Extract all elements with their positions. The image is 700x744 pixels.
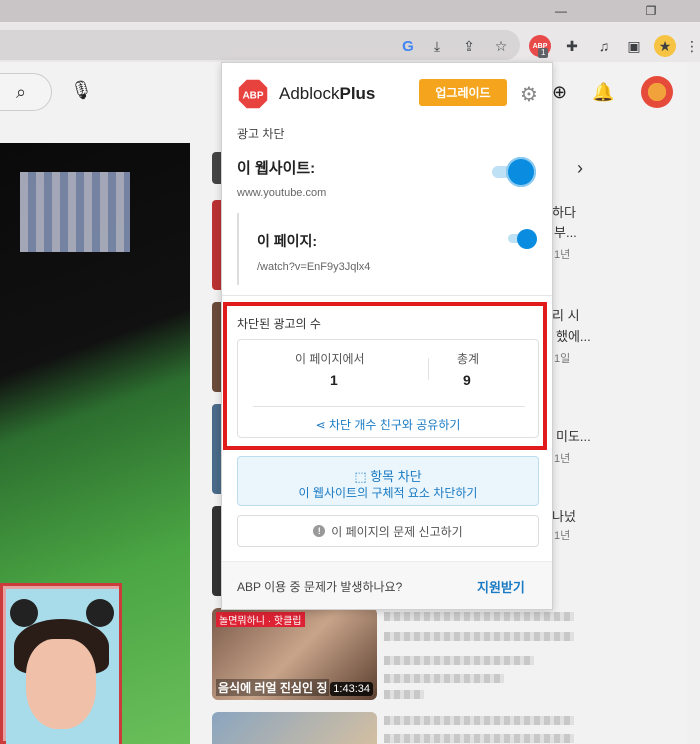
user-avatar[interactable] (641, 76, 673, 108)
upgrade-button[interactable]: 업그레이드 (419, 79, 507, 106)
cursor-select-icon: ⬚ (354, 469, 371, 484)
block-element-subtitle: 이 웹사이트의 구체적 요소 차단하기 (298, 486, 478, 500)
site-toggle-label: 이 웹사이트: (237, 160, 316, 177)
blurred-title (384, 632, 574, 641)
thumbnail-caption: 음식에 러얼 진심인 징 (216, 679, 330, 696)
blurred-meta (384, 690, 424, 699)
page-url: /watch?v=EnF9y3Jqlx4 (257, 261, 371, 273)
rail-subtitle: 했에... (556, 329, 591, 344)
kebab-menu-icon[interactable]: ⋮ (685, 35, 699, 57)
rail-meta: 1일 (554, 353, 571, 365)
puzzle-icon[interactable]: ✚ (561, 35, 583, 57)
share-icon[interactable]: ⇪ (458, 35, 480, 57)
blurred-caption (20, 172, 130, 252)
video-duration: 1:43:34 (330, 682, 373, 696)
block-element-title: ⬚ 항목 차단 (354, 469, 422, 484)
blurred-title (384, 716, 574, 725)
facecam-overlay (0, 583, 122, 744)
rail-subtitle: 부... (554, 225, 577, 240)
chevron-right-icon[interactable]: › (577, 158, 583, 179)
window-titlebar (0, 0, 700, 22)
search-icon[interactable]: ⌕ (0, 73, 52, 111)
rail-meta: 1년 (554, 453, 571, 465)
video-thumbnail[interactable] (212, 712, 377, 744)
microphone-icon[interactable]: 🎙 (70, 80, 93, 101)
page-scrollbar[interactable] (687, 62, 700, 744)
rail-title[interactable]: 나넜 (552, 506, 576, 525)
create-video-icon[interactable]: ⊕ (552, 82, 567, 103)
svg-text:ABP: ABP (242, 91, 263, 102)
brand-title: AdblockPlus (279, 84, 376, 103)
divider (222, 295, 552, 296)
rail-meta: 1년 (554, 530, 571, 542)
gear-icon[interactable]: ⚙ (520, 82, 538, 107)
blurred-meta (384, 656, 534, 665)
help-question: ABP 이용 중 문제가 발생하나요? (237, 580, 403, 594)
site-url: www.youtube.com (237, 187, 327, 199)
media-icon[interactable]: ♫ (593, 35, 615, 57)
blurred-title (384, 734, 574, 743)
highlight-box (223, 302, 547, 450)
minimize-icon[interactable]: — (546, 2, 576, 20)
popup-footer: ABP 이용 중 문제가 발생하나요? 지원받기 (222, 561, 552, 609)
profile-avatar[interactable]: ★ (654, 35, 676, 57)
info-icon: ! (313, 525, 326, 537)
bookmark-star-icon[interactable]: ☆ (490, 35, 512, 57)
block-element-button[interactable]: ⬚ 항목 차단 이 웹사이트의 구체적 요소 차단하기 (237, 456, 539, 506)
abp-logo-icon: ABP (237, 78, 269, 110)
video-thumbnail[interactable]: 놀면뭐하니 · 핫클립 음식에 러얼 진심인 징 1:43:34 (212, 608, 377, 700)
rail-meta: 1년 (554, 249, 571, 261)
report-issue-button[interactable]: ! 이 페이지의 문제 신고하기 (237, 515, 539, 547)
thumbnail-channel-tag: 놀면뭐하니 · 핫클립 (216, 612, 305, 627)
rail-title[interactable]: 하다 (552, 202, 576, 221)
page-toggle-label: 이 페이지: (257, 233, 318, 249)
install-icon[interactable]: ⤓ (426, 35, 448, 57)
bell-icon[interactable]: 🔔 (592, 82, 614, 103)
blurred-meta (384, 674, 504, 683)
google-icon[interactable]: G (397, 35, 419, 57)
restore-icon[interactable]: ❐ (636, 2, 666, 20)
sidepanel-icon[interactable]: ▣ (623, 35, 645, 57)
extension-badge: 1 (538, 48, 549, 58)
rail-title[interactable]: 리 시 (552, 305, 580, 324)
section-title: 광고 차단 (237, 127, 285, 141)
get-support-link[interactable]: 지원받기 (477, 577, 525, 596)
rail-subtitle: 미도... (556, 429, 591, 444)
blurred-title (384, 612, 574, 621)
